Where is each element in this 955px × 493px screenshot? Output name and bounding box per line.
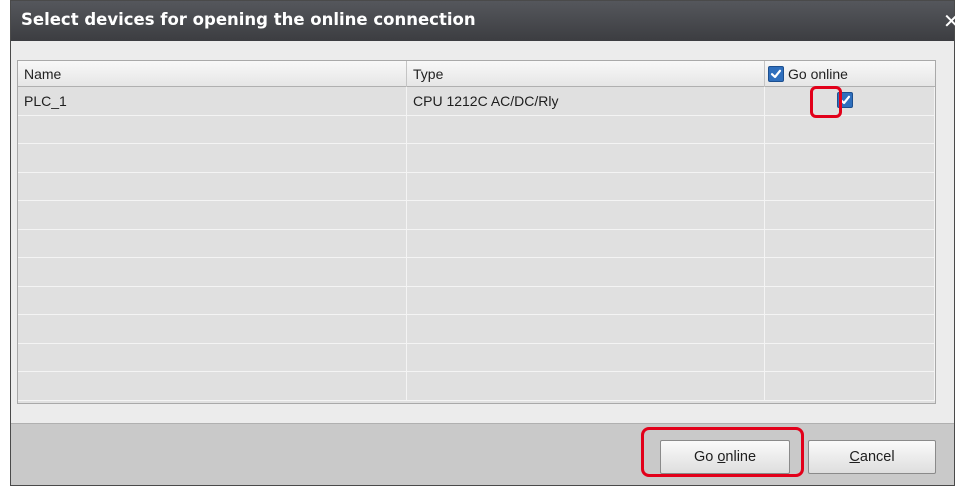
- table-row-empty: [18, 258, 935, 287]
- device-type-cell: CPU 1212C AC/DC/Rly: [407, 87, 765, 115]
- table-row-empty: [18, 315, 935, 344]
- table-row-empty: [18, 343, 935, 372]
- empty-cell: [407, 315, 765, 343]
- checkmark-icon: [770, 69, 782, 79]
- checkmark-icon: [839, 95, 851, 105]
- empty-cell: [18, 144, 407, 172]
- empty-cell: [765, 286, 935, 315]
- empty-cell: [765, 229, 935, 258]
- column-header-type[interactable]: Type: [407, 61, 765, 87]
- table-row-empty: [18, 172, 935, 201]
- select-all-checkbox[interactable]: [768, 66, 784, 83]
- empty-cell: [18, 343, 407, 372]
- column-header-go-online: Go online: [765, 61, 935, 87]
- empty-cell: [407, 258, 765, 286]
- empty-cell: [407, 229, 765, 258]
- empty-cell: [407, 372, 765, 400]
- empty-cell: [407, 201, 765, 229]
- column-header-type-label: Type: [413, 66, 444, 82]
- empty-cell: [765, 343, 935, 372]
- cancel-button-mnemonic: C: [849, 449, 860, 465]
- column-header-name[interactable]: Name: [18, 61, 407, 87]
- empty-cell: [18, 315, 407, 343]
- empty-cell: [407, 144, 765, 172]
- table-row-empty: [18, 286, 935, 315]
- go-online-button-label-post: nline: [725, 449, 757, 465]
- empty-cell: [765, 144, 935, 172]
- table-row[interactable]: PLC_1 CPU 1212C AC/DC/Rly: [18, 87, 935, 116]
- devices-table: Name Type Go online PLC_1 CPU 1212C AC/D…: [17, 60, 936, 404]
- table-row-empty: [18, 201, 935, 230]
- empty-cell: [765, 315, 935, 343]
- empty-cell: [18, 201, 407, 229]
- empty-cell: [407, 343, 765, 372]
- table-header: Name Type Go online: [18, 61, 935, 87]
- empty-cell: [407, 172, 765, 201]
- table-row-empty: [18, 372, 935, 401]
- empty-cell: [18, 172, 407, 201]
- go-online-button-label-pre: Go: [693, 449, 718, 465]
- empty-cell: [765, 258, 935, 286]
- empty-cell: [18, 372, 407, 400]
- empty-cell: [765, 172, 935, 201]
- empty-cell: [765, 115, 935, 144]
- go-online-checkbox[interactable]: [837, 92, 853, 108]
- empty-cell: [18, 115, 407, 144]
- empty-cell: [18, 286, 407, 315]
- empty-cell: [18, 258, 407, 286]
- empty-cell: [18, 229, 407, 258]
- go-online-cell: [765, 87, 935, 115]
- table-row-empty: [18, 229, 935, 258]
- device-name-cell: PLC_1: [18, 87, 407, 115]
- dialog-title: Select devices for opening the online co…: [21, 10, 476, 29]
- table-row-empty: [18, 144, 935, 173]
- cancel-button-label-post: ancel: [859, 449, 895, 465]
- column-header-go-online-label: Go online: [788, 66, 848, 82]
- empty-cell: [407, 115, 765, 144]
- column-header-name-label: Name: [24, 66, 62, 82]
- close-icon[interactable]: ✕: [943, 9, 955, 33]
- dialog-titlebar: Select devices for opening the online co…: [11, 1, 955, 41]
- empty-cell: [407, 286, 765, 315]
- cancel-button[interactable]: Cancel: [808, 440, 936, 474]
- empty-cell: [765, 372, 935, 400]
- table-row-empty: [18, 115, 935, 144]
- go-online-button[interactable]: Go online: [660, 440, 790, 474]
- empty-cell: [765, 201, 935, 229]
